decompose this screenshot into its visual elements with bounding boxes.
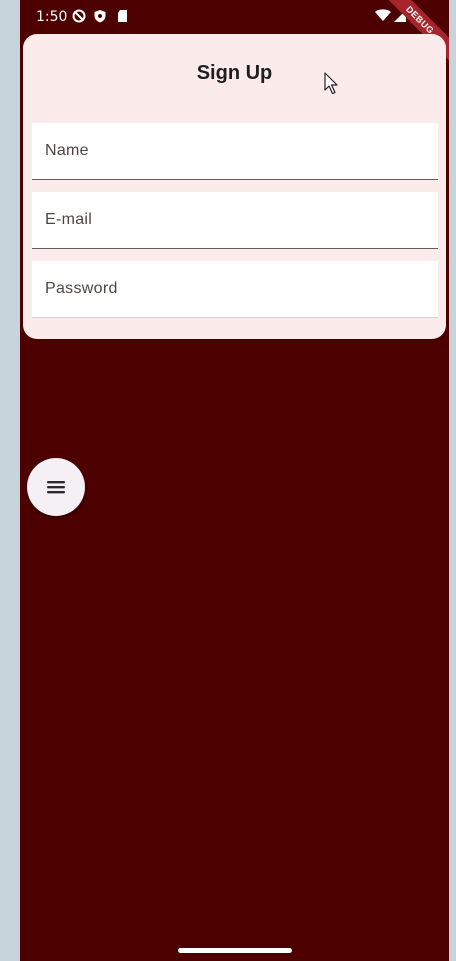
name-field-label: Name xyxy=(45,142,89,159)
signup-card: Sign Up Name E-mail Password xyxy=(23,34,446,339)
password-field[interactable]: Password xyxy=(32,261,438,318)
name-field[interactable]: Name xyxy=(32,123,438,180)
wifi-icon xyxy=(375,9,391,23)
mouse-cursor-icon xyxy=(324,72,340,101)
shield-icon xyxy=(93,9,107,23)
email-field[interactable]: E-mail xyxy=(32,192,438,249)
email-field-label: E-mail xyxy=(45,211,93,228)
menu-fab-button[interactable] xyxy=(27,458,85,516)
password-field-label: Password xyxy=(45,280,118,297)
page-title: Sign Up xyxy=(196,62,273,84)
sd-card-icon xyxy=(116,9,130,23)
status-bar: 1:50 xyxy=(20,0,449,34)
do-not-disturb-icon xyxy=(72,9,86,23)
menu-icon xyxy=(47,481,65,494)
status-time: 1:50 xyxy=(36,9,68,25)
app-screen: 1:50 DEBUG Sign Up Name E-mail Password xyxy=(20,0,449,961)
home-indicator[interactable] xyxy=(178,948,292,953)
